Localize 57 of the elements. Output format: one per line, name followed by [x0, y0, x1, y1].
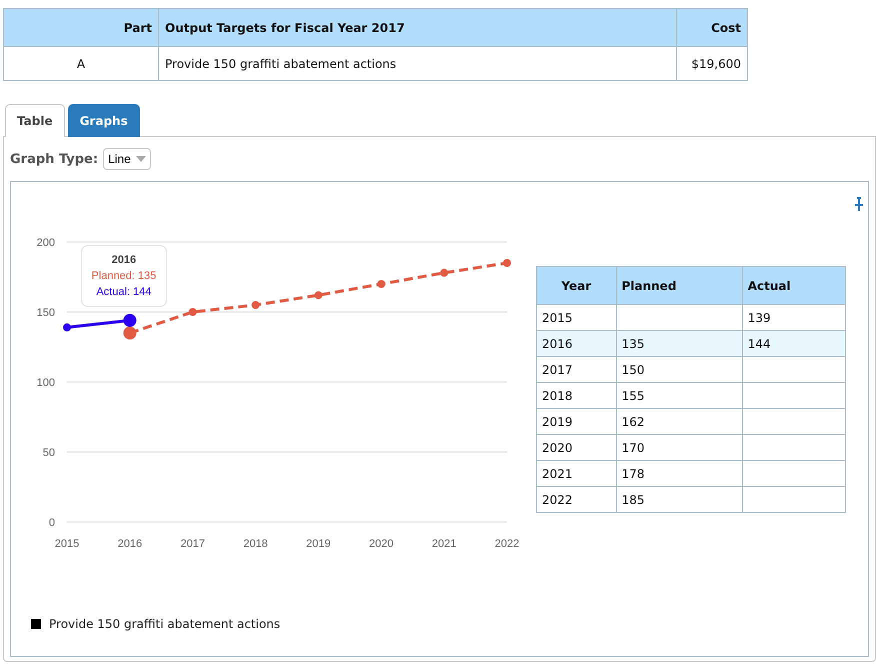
y-tick-label: 50 — [42, 447, 55, 459]
column-header: Planned — [616, 266, 742, 304]
x-tick-label: 2015 — [54, 538, 80, 550]
table-cell: 144 — [742, 330, 846, 356]
x-tick-label: 2019 — [306, 538, 331, 550]
column-header: Output Targets for Fiscal Year 2017 — [158, 8, 676, 46]
legend-label: Provide 150 graffiti abatement actions — [49, 617, 280, 631]
x-tick-label: 2022 — [494, 538, 520, 550]
tab[interactable]: Table — [5, 104, 65, 137]
y-tick-label: 150 — [36, 307, 55, 319]
table-cell: 2020 — [536, 434, 616, 460]
table-cell: 2018 — [536, 382, 616, 408]
tooltip-title: 2016 — [112, 253, 136, 268]
x-tick-label: 2016 — [118, 538, 142, 550]
table-cell: 135 — [616, 330, 742, 356]
y-tick-label: 200 — [36, 237, 55, 249]
table-cell: 185 — [616, 486, 742, 512]
y-tick-label: 100 — [36, 377, 55, 389]
tab[interactable]: Graphs — [68, 104, 140, 137]
x-tick-label: 2020 — [369, 538, 394, 550]
table-cell: Provide 150 graffiti abatement actions — [158, 46, 676, 80]
data-point — [63, 323, 71, 332]
table-cell: 162 — [616, 408, 742, 434]
data-point — [252, 301, 260, 309]
data-point — [377, 280, 386, 288]
graph-type-label: Graph Type: — [10, 152, 98, 166]
table-cell: 2022 — [536, 486, 616, 512]
table-cell: 2017 — [536, 356, 616, 382]
column-header: Year — [536, 266, 616, 304]
table-cell: 2021 — [536, 460, 616, 486]
table-cell: 178 — [616, 460, 742, 486]
x-tick-label: 2018 — [243, 538, 268, 550]
column-header: Part — [4, 8, 158, 46]
data-point — [123, 326, 136, 340]
data-point — [503, 259, 511, 267]
column-header: Cost — [676, 8, 748, 46]
y-tick-label: 0 — [48, 517, 55, 529]
table-cell: 150 — [616, 356, 742, 382]
x-tick-label: 2021 — [432, 538, 456, 550]
table-cell: A — [4, 46, 158, 80]
data-point — [440, 268, 448, 277]
table-cell: 170 — [616, 434, 742, 460]
data-point — [188, 308, 197, 316]
table-cell: $19,600 — [676, 46, 748, 80]
table-cell: 2016 — [536, 330, 616, 356]
data-point — [123, 314, 136, 327]
tooltip-value: Actual: 144 — [96, 285, 152, 300]
legend-swatch — [31, 619, 41, 629]
column-header: Actual — [742, 266, 846, 304]
table-cell: 2019 — [536, 408, 616, 434]
caret-icon — [136, 156, 146, 162]
data-point — [314, 291, 322, 300]
tooltip-value: Planned: 135 — [91, 269, 156, 284]
table-cell: 155 — [616, 382, 742, 408]
graph-type-dropdown[interactable]: Line — [103, 148, 151, 170]
x-tick-label: 2017 — [180, 538, 205, 550]
pin-icon[interactable] — [854, 197, 864, 211]
